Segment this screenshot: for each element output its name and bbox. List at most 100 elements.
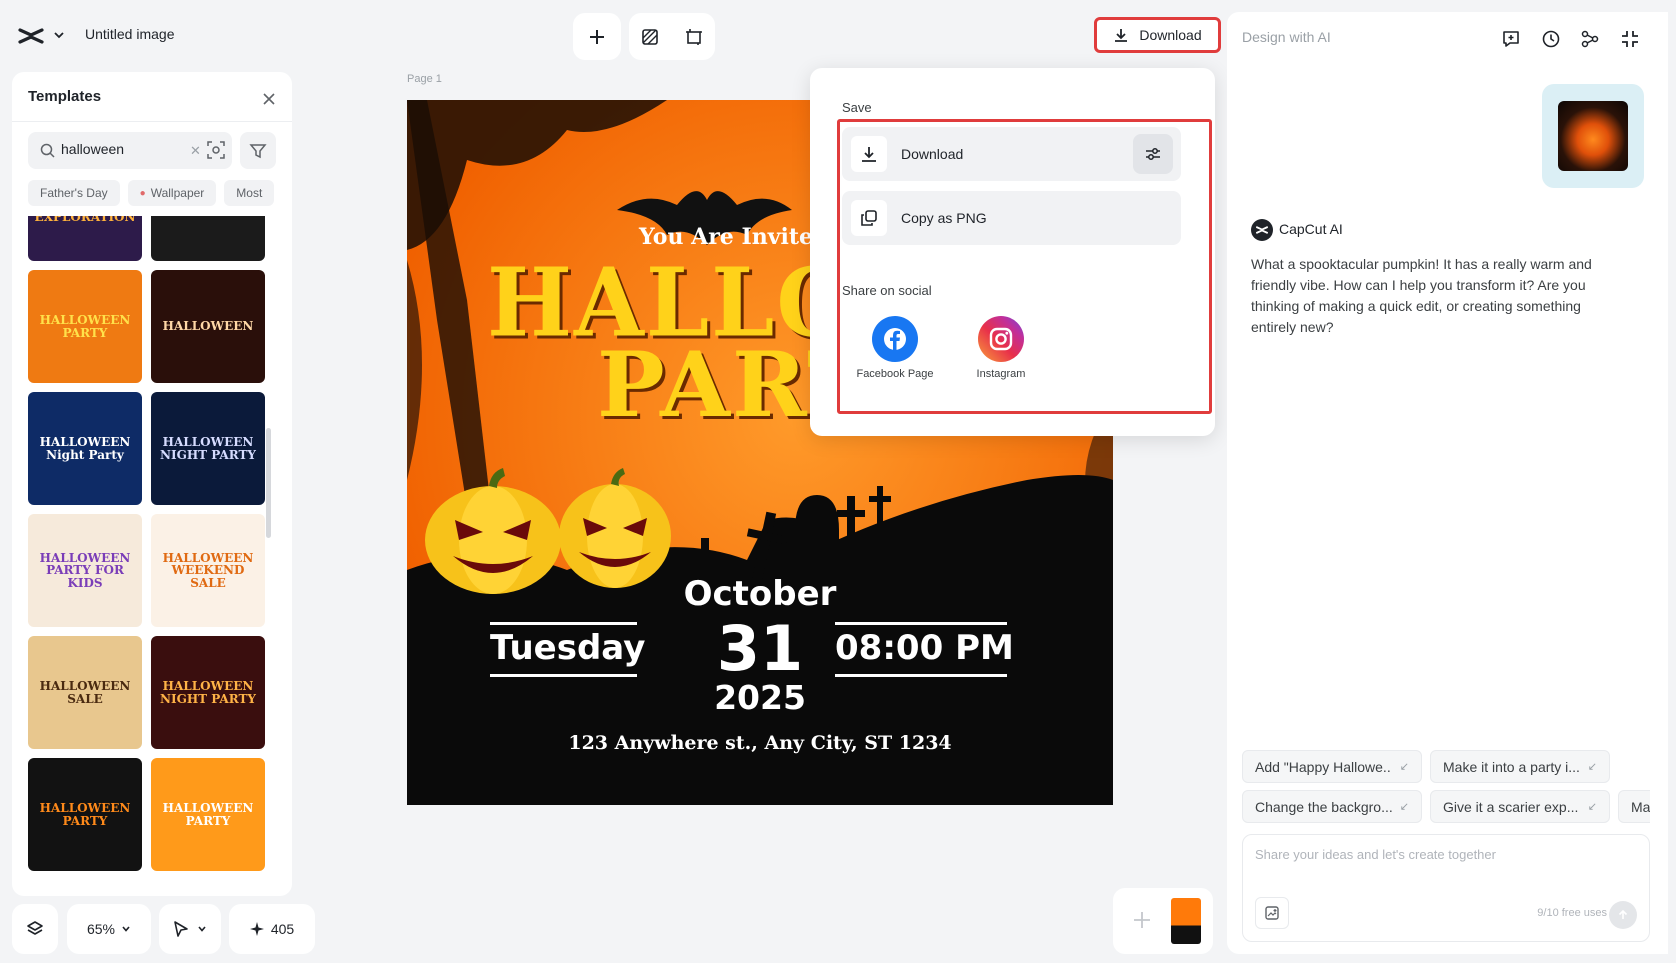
panel-title: Templates [28, 88, 102, 105]
layers-icon [27, 921, 43, 935]
add-page-button[interactable] [1123, 900, 1161, 940]
template-thumbnail[interactable]: HALLOWEEN PARTY [28, 270, 142, 383]
page-thumbnail[interactable] [1171, 898, 1201, 944]
chat-input[interactable] [1255, 847, 1635, 862]
assistant-name: CapCut AI [1279, 221, 1343, 237]
plus-icon [1134, 912, 1150, 928]
arrow-icon: ↙ [1587, 761, 1597, 773]
select-tool-dropdown[interactable] [159, 904, 221, 954]
chip-most[interactable]: Most [224, 180, 275, 206]
image-search-icon[interactable] [206, 140, 226, 160]
template-thumbnail[interactable]: HALLOWEEN NIGHT PARTY [151, 636, 265, 749]
history-icon[interactable] [1538, 26, 1564, 52]
plus-icon [590, 29, 604, 44]
add-button[interactable] [573, 13, 621, 60]
document-title[interactable]: Untitled image [85, 26, 175, 42]
template-grid: HAUNTED HOUSE EXPLORATION HALLOWEEN NIGHT… [28, 216, 266, 896]
arrow-icon: ↙ [1587, 801, 1597, 813]
template-thumbnail[interactable]: HALLOWEEN WEEKEND SALE [151, 514, 265, 627]
chip-wallpaper[interactable]: ● Wallpaper [127, 180, 217, 206]
ai-panel: Design with AI CapCut AI What a spooktac… [1227, 12, 1668, 954]
template-title: HALLOWEEN PARTY [162, 800, 254, 828]
template-thumbnail[interactable]: HALLOWEEN PARTY [151, 758, 265, 871]
template-title: HAUNTED HOUSE EXPLORATION [34, 216, 136, 224]
poster-year: 2025 [714, 678, 806, 717]
template-title: HALLOWEEN [162, 319, 254, 334]
wallpaper-icon: ● [139, 187, 146, 199]
chevron-down-icon [198, 926, 206, 932]
chevron-down-icon [122, 926, 130, 932]
template-thumbnail[interactable]: HALLOWEEN Night Party [28, 392, 142, 505]
pages-strip [1113, 888, 1213, 954]
template-title: HALLOWEEN WEEKEND SALE [162, 550, 254, 590]
template-thumbnail[interactable]: HAUNTED HOUSE EXPLORATION [28, 216, 142, 261]
poster-invite-text: You Are Invite [639, 224, 814, 250]
template-title: HALLOWEEN NIGHT PARTY [157, 216, 259, 217]
scrollbar[interactable] [266, 428, 271, 538]
template-title: HALLOWEEN SALE [39, 678, 131, 706]
suggestions: Add "Happy Hallowe... ↙ Make it into a pa… [1242, 750, 1650, 830]
suggestion-chip[interactable]: Add "Happy Hallowe... ↙ [1242, 750, 1422, 783]
divider [12, 121, 292, 122]
poster-month: October [683, 574, 837, 614]
resize-button[interactable] [674, 13, 714, 60]
download-icon [1115, 29, 1128, 42]
credits-button[interactable]: 405 [229, 904, 315, 954]
collapse-icon[interactable] [1617, 26, 1643, 52]
ai-panel-title: Design with AI [1242, 29, 1331, 45]
template-thumbnail[interactable]: HALLOWEEN PARTY FOR KIDS [28, 514, 142, 627]
poster-address: 123 Anywhere st., Any City, ST 1234 [568, 732, 952, 754]
attach-image-button[interactable] [1255, 897, 1289, 929]
zoom-dropdown[interactable]: 65% [67, 904, 151, 954]
template-thumbnail[interactable]: HALLOWEEN [151, 270, 265, 383]
pumpkin-image [1558, 101, 1628, 171]
capcut-ai-avatar-icon [1251, 219, 1273, 241]
filter-button[interactable] [240, 132, 276, 169]
template-search: ✕ [28, 132, 232, 169]
assistant-message: What a spooktacular pumpkin! It has a re… [1251, 256, 1592, 335]
search-input[interactable] [61, 141, 181, 157]
template-title: HALLOWEEN PARTY [39, 800, 131, 828]
free-uses-counter: 9/10 free uses [1537, 907, 1607, 919]
send-button[interactable] [1609, 901, 1637, 929]
cursor-icon [174, 921, 188, 937]
template-title: HALLOWEEN PARTY [39, 312, 131, 340]
chevron-down-icon[interactable] [52, 28, 66, 42]
template-thumbnail[interactable]: HALLOWEEN NIGHT PARTY [151, 216, 265, 261]
download-button-label: Download [1139, 27, 1202, 43]
clear-icon[interactable]: ✕ [190, 143, 201, 159]
template-thumbnail[interactable]: HALLOWEEN PARTY [28, 758, 142, 871]
background-button[interactable] [630, 13, 670, 60]
user-image-message[interactable] [1542, 84, 1644, 188]
share-icon[interactable] [1577, 26, 1603, 52]
new-chat-icon[interactable] [1498, 26, 1524, 52]
arrow-icon: ↙ [1399, 801, 1409, 813]
suggestion-chip[interactable]: Give it a scarier exp... ↙ [1430, 790, 1610, 823]
template-title: HALLOWEEN PARTY FOR KIDS [39, 550, 131, 590]
layers-button[interactable] [12, 904, 58, 954]
canvas-tools-group [629, 13, 715, 60]
category-chips: Father's Day ● Wallpaper Most [28, 180, 288, 206]
zoom-value: 65% [86, 921, 116, 937]
poster-time: 08:00 PM [835, 628, 1014, 668]
download-button[interactable]: Download [1094, 17, 1221, 53]
template-thumbnail[interactable]: HALLOWEEN SALE [28, 636, 142, 749]
save-section-label: Save [842, 100, 872, 115]
capcut-logo-icon[interactable] [18, 24, 44, 48]
filter-icon [249, 143, 267, 158]
sparkle-icon [249, 922, 264, 936]
templates-panel: Templates ✕ Father's Day ●Wallpaper Most… [12, 72, 292, 896]
arrow-up-icon [1618, 909, 1628, 919]
chat-composer: 9/10 free uses [1242, 834, 1650, 942]
search-icon [40, 143, 55, 158]
close-icon[interactable] [258, 88, 280, 110]
resize-icon [686, 28, 702, 45]
arrow-icon: ↙ [1399, 761, 1409, 773]
suggestion-chip[interactable]: Change the backgro... ↙ [1242, 790, 1422, 823]
template-title: HALLOWEEN Night Party [39, 434, 131, 462]
suggestion-chip[interactable]: Make it into a party i... ↙ [1430, 750, 1610, 783]
template-title: HALLOWEEN NIGHT PARTY [160, 678, 256, 706]
suggestion-chip[interactable]: Ma [1618, 790, 1650, 823]
chip-fathers-day[interactable]: Father's Day [28, 180, 120, 206]
template-thumbnail[interactable]: HALLOWEEN NIGHT PARTY [151, 392, 265, 505]
